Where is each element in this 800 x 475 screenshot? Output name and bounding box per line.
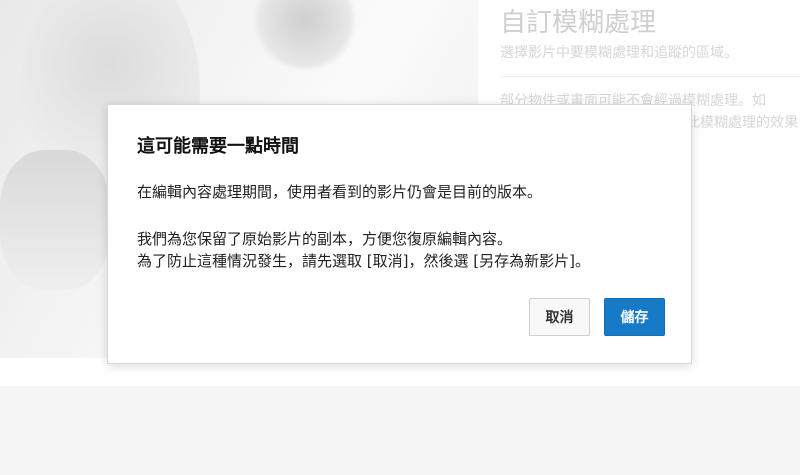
divider [500, 76, 800, 77]
dialog-title: 這可能需要一點時間 [137, 136, 299, 157]
cancel-button[interactable]: 取消 [529, 298, 590, 336]
dialog-message: 為了防止這種情況發生，請先選取 [取消]，然後選 [另存為新影片]。 [137, 252, 590, 270]
panel-subtitle: 選擇影片中要模糊處理和追蹤的區域。 [500, 45, 738, 61]
panel-title: 自訂模糊處理 [500, 8, 657, 38]
dialog-message: 我們為您保留了原始影片的副本，方便您復原編輯內容。 [137, 230, 513, 248]
confirm-dialog: 這可能需要一點時間 在編輯內容處理期間，使用者看到的影片仍會是目前的版本。 我們… [107, 104, 692, 364]
dialog-message: 在編輯內容處理期間，使用者看到的影片仍會是目前的版本。 [137, 183, 543, 201]
page-footer-area [0, 386, 800, 475]
save-button[interactable]: 儲存 [604, 298, 665, 336]
video-figure [0, 150, 110, 290]
video-figure [250, 0, 360, 70]
